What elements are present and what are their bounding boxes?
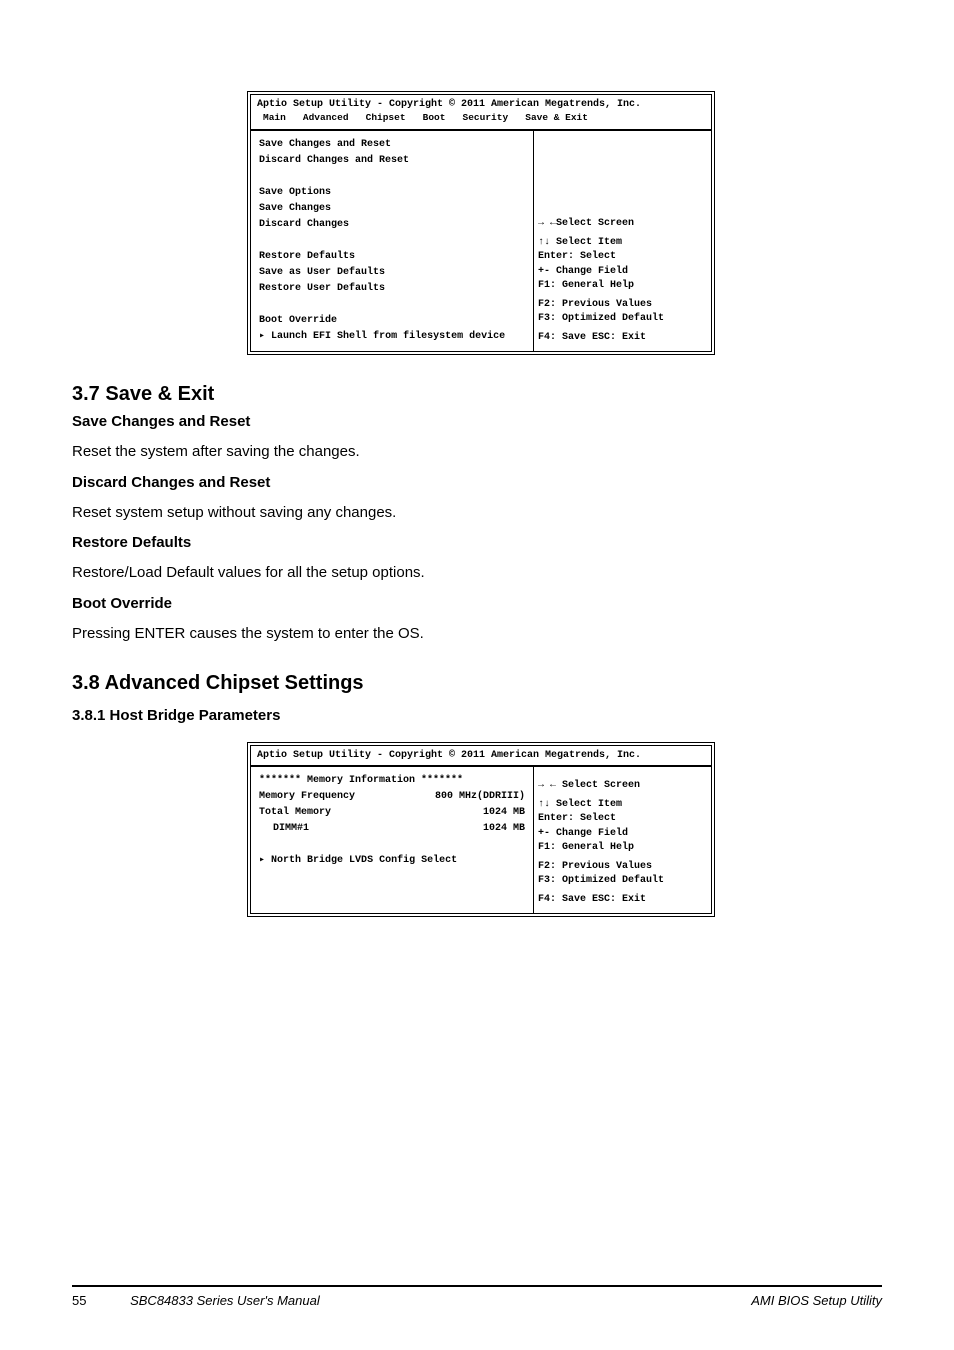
menu-item[interactable]: Save Changes <box>259 201 331 217</box>
item-heading: Restore Defaults <box>72 533 882 553</box>
key-hint: F4: Save ESC: Exit <box>538 331 707 346</box>
key-hint: Enter: Select <box>538 812 707 827</box>
info-label: Total Memory <box>259 805 331 821</box>
menu-group: Save Options <box>259 185 331 201</box>
page-number: 55 <box>72 1293 86 1308</box>
bios-left-pane: Save Changes and Reset Discard Changes a… <box>251 131 533 351</box>
menu-item[interactable]: Save as User Defaults <box>259 265 385 281</box>
key-hint: F3: Optimized Default <box>538 874 707 889</box>
bios-screenshot-host-bridge: Aptio Setup Utility - Copyright © 2011 A… <box>247 742 715 917</box>
item-description: Pressing ENTER causes the system to ente… <box>72 624 882 644</box>
help-text <box>538 139 707 217</box>
key-hint: +- Change Field <box>538 265 707 280</box>
footer-left: SBC84833 Series User's Manual <box>130 1293 320 1308</box>
info-value: 1024 MB <box>483 821 525 837</box>
item-heading: Discard Changes and Reset <box>72 473 882 493</box>
info-value: 1024 MB <box>483 805 525 821</box>
key-hint: F2: Previous Values <box>538 298 707 313</box>
page-footer: 55 SBC84833 Series User's Manual AMI BIO… <box>72 1285 882 1308</box>
footer-right: AMI BIOS Setup Utility <box>751 1293 882 1308</box>
menu-group: Boot Override <box>259 313 337 329</box>
submenu-arrow-icon: ▸ <box>259 331 265 342</box>
key-hint: F1: General Help <box>538 841 707 856</box>
info-label: Memory Frequency <box>259 789 355 805</box>
bios-screenshot-save-exit: Aptio Setup Utility - Copyright © 2011 A… <box>247 91 715 355</box>
bios-title: Aptio Setup Utility - Copyright © 2011 A… <box>257 750 705 761</box>
menu-item[interactable]: Restore User Defaults <box>259 281 385 297</box>
key-hint: +- Change Field <box>538 827 707 842</box>
item-description: Reset the system after saving the change… <box>72 442 882 462</box>
key-hint: → ←Select Screen <box>538 217 707 232</box>
key-hint: F1: General Help <box>538 279 707 294</box>
menu-item[interactable]: Discard Changes <box>259 217 349 233</box>
subsection-heading: 3.8.1 Host Bridge Parameters <box>72 707 882 724</box>
key-hint: ↑↓ Select Item <box>538 236 707 251</box>
menu-item[interactable]: Save Changes and Reset <box>259 137 391 153</box>
item-description: Restore/Load Default values for all the … <box>72 563 882 583</box>
bios-help-pane: → ← Select Screen ↑↓ Select Item Enter: … <box>533 767 711 913</box>
bios-title: Aptio Setup Utility - Copyright © 2011 A… <box>257 99 705 110</box>
menu-item[interactable]: Restore Defaults <box>259 249 355 265</box>
info-value: 800 MHz(DDRIII) <box>435 789 525 805</box>
bios-left-pane: ******* Memory Information ******* Memor… <box>251 767 533 913</box>
menu-group: ******* Memory Information ******* <box>259 773 463 789</box>
menu-item[interactable]: Discard Changes and Reset <box>259 153 409 169</box>
menu-item[interactable]: Launch EFI Shell from filesystem device <box>271 331 505 342</box>
key-hint: F4: Save ESC: Exit <box>538 893 707 908</box>
item-description: Reset system setup without saving any ch… <box>72 503 882 523</box>
bios-tabs: Main Advanced Chipset Boot Security Save… <box>257 110 705 125</box>
key-hint: F3: Optimized Default <box>538 312 707 327</box>
item-heading: Save Changes and Reset <box>72 412 882 432</box>
section-heading: 3.8 Advanced Chipset Settings <box>72 672 882 695</box>
bios-help-pane: → ←Select Screen ↑↓ Select Item Enter: S… <box>533 131 711 351</box>
section-heading: 3.7 Save & Exit <box>72 383 882 406</box>
menu-item[interactable]: North Bridge LVDS Config Select <box>271 855 457 866</box>
key-hint: → ← Select Screen <box>538 779 707 794</box>
submenu-arrow-icon: ▸ <box>259 855 265 866</box>
key-hint: F2: Previous Values <box>538 860 707 875</box>
item-heading: Boot Override <box>72 594 882 614</box>
key-hint: Enter: Select <box>538 250 707 265</box>
key-hint: ↑↓ Select Item <box>538 798 707 813</box>
info-label: DIMM#1 <box>259 821 309 837</box>
